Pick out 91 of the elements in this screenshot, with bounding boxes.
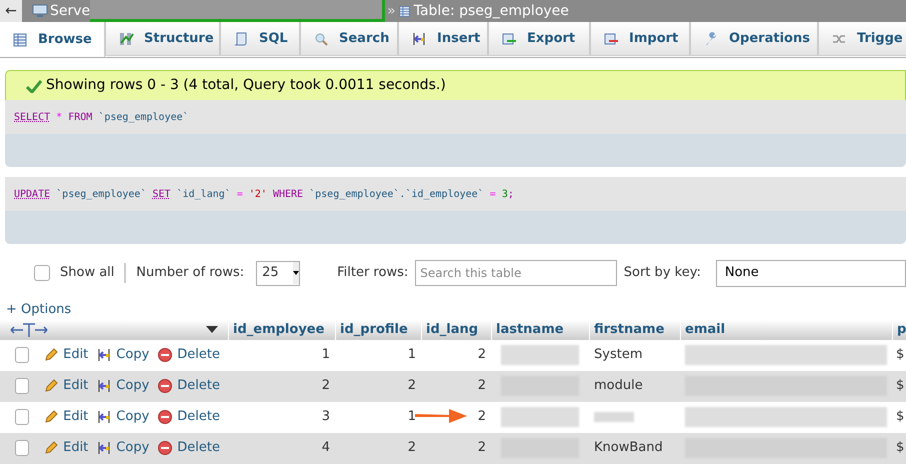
tab[interactable]: SQL bbox=[220, 22, 300, 56]
arrow-icon bbox=[96, 440, 112, 456]
tab[interactable]: Search bbox=[300, 22, 398, 56]
table-cell: 2 bbox=[478, 440, 486, 456]
pencil-icon bbox=[43, 378, 60, 394]
search-icon bbox=[313, 30, 329, 46]
tab[interactable]: Operations bbox=[690, 22, 818, 56]
show-all-checkbox[interactable]: Show all bbox=[34, 263, 114, 283]
row-checkbox[interactable] bbox=[15, 409, 30, 425]
row-checkbox[interactable] bbox=[15, 378, 30, 394]
table-cell: 3 bbox=[322, 409, 330, 424]
table-cell: 1 bbox=[408, 347, 416, 362]
column-header[interactable]: firstname bbox=[594, 320, 664, 340]
table-cell: 2 bbox=[408, 440, 416, 456]
tab[interactable]: Structure bbox=[105, 22, 220, 56]
table-cell: $ bbox=[896, 378, 904, 394]
row-action-link[interactable]: Edit bbox=[43, 345, 88, 365]
delete-icon bbox=[157, 409, 174, 425]
scroll-icon bbox=[233, 30, 249, 46]
table-cell: 1 bbox=[322, 347, 330, 362]
table-cell: 2 bbox=[478, 347, 486, 362]
table-cell: 4 bbox=[322, 440, 330, 456]
tab[interactable]: Insert bbox=[398, 22, 488, 56]
filter-field[interactable]: Search this table bbox=[415, 260, 617, 286]
pencil-icon bbox=[43, 347, 60, 363]
pointer-arrow bbox=[415, 409, 469, 424]
table-cell: 2 bbox=[408, 378, 416, 394]
column-header[interactable]: p bbox=[897, 320, 906, 340]
row-action-link[interactable]: Copy bbox=[96, 376, 150, 396]
delete-icon bbox=[157, 347, 174, 363]
table-cell: KnowBand bbox=[594, 440, 663, 456]
pencil-icon bbox=[43, 409, 60, 425]
row-action-link[interactable]: Delete bbox=[157, 345, 220, 365]
rows-label: Number of rows: bbox=[136, 264, 244, 282]
column-header[interactable]: email bbox=[685, 320, 726, 340]
row-action-link[interactable]: Copy bbox=[96, 345, 150, 365]
delete-icon bbox=[157, 378, 174, 394]
back-button[interactable]: ← bbox=[0, 0, 22, 22]
table-cell: $ bbox=[896, 440, 904, 456]
sort-select[interactable]: None bbox=[716, 260, 906, 286]
row-action-link[interactable]: Delete bbox=[157, 407, 220, 427]
table-cell: $ bbox=[896, 409, 904, 424]
pencil-icon bbox=[43, 440, 60, 456]
insert-icon bbox=[411, 30, 427, 46]
delete-icon bbox=[157, 440, 174, 456]
row-action-link[interactable]: Copy bbox=[96, 407, 150, 427]
filter-label: Filter rows: bbox=[337, 264, 408, 282]
import-icon bbox=[603, 30, 619, 46]
table-icon bbox=[12, 32, 28, 48]
table-icon bbox=[398, 4, 411, 18]
separator: » bbox=[387, 2, 396, 20]
monitor-icon bbox=[32, 4, 48, 18]
arrow-icon bbox=[96, 347, 112, 363]
row-action-link[interactable]: Delete bbox=[157, 438, 220, 458]
sql-query: UPDATE `pseg_employee` SET `id_lang` = '2' WHERE `pseg_employee`.`id_employee` = 3; bbox=[14, 188, 514, 202]
row-checkbox[interactable] bbox=[15, 440, 30, 456]
column-header[interactable]: id_lang bbox=[426, 320, 478, 340]
row-action-link[interactable]: Edit bbox=[43, 407, 88, 427]
row-checkbox[interactable] bbox=[15, 347, 30, 363]
row-action-link[interactable]: Edit bbox=[43, 438, 88, 458]
arrow-icon bbox=[96, 409, 112, 425]
tab[interactable]: Import bbox=[590, 22, 690, 56]
server-link[interactable]: Serve bbox=[32, 0, 90, 22]
rows-select[interactable]: 25 bbox=[256, 260, 300, 286]
options-link[interactable]: + Options bbox=[6, 300, 72, 320]
tab[interactable]: Export bbox=[488, 22, 590, 56]
export-icon bbox=[501, 30, 517, 46]
arrow-icon bbox=[96, 378, 112, 394]
check-icon bbox=[26, 78, 42, 92]
table-cell: module bbox=[594, 378, 643, 394]
column-resize-icon[interactable] bbox=[10, 322, 48, 338]
sql-query: SELECT * FROM `pseg_employee` bbox=[14, 110, 189, 124]
caret-icon bbox=[293, 262, 300, 284]
table-cell: $ bbox=[896, 347, 904, 362]
dropdown-icon[interactable] bbox=[206, 326, 218, 334]
table-cell: System bbox=[594, 347, 642, 362]
column-header[interactable]: id_profile bbox=[340, 320, 408, 340]
chart-icon bbox=[118, 30, 134, 46]
column-header[interactable]: id_employee bbox=[233, 320, 324, 340]
table-cell: 1 bbox=[408, 409, 416, 424]
row-action-link[interactable]: Delete bbox=[157, 376, 220, 396]
column-header[interactable]: lastname bbox=[496, 320, 564, 340]
table-cell: 2 bbox=[478, 378, 486, 394]
success-message: Showing rows 0 - 3 (4 total, Query took 0.0011 seconds.) bbox=[5, 70, 906, 100]
row-action-link[interactable]: Copy bbox=[96, 438, 150, 458]
sort-label: Sort by key: bbox=[624, 264, 701, 282]
table-link[interactable]: Table: pseg_employee bbox=[398, 0, 569, 22]
table-cell: 2 bbox=[322, 378, 330, 394]
table-cell: 2 bbox=[478, 409, 486, 424]
tab[interactable]: Trigge bbox=[818, 22, 906, 56]
row-action-link[interactable]: Edit bbox=[43, 376, 88, 396]
